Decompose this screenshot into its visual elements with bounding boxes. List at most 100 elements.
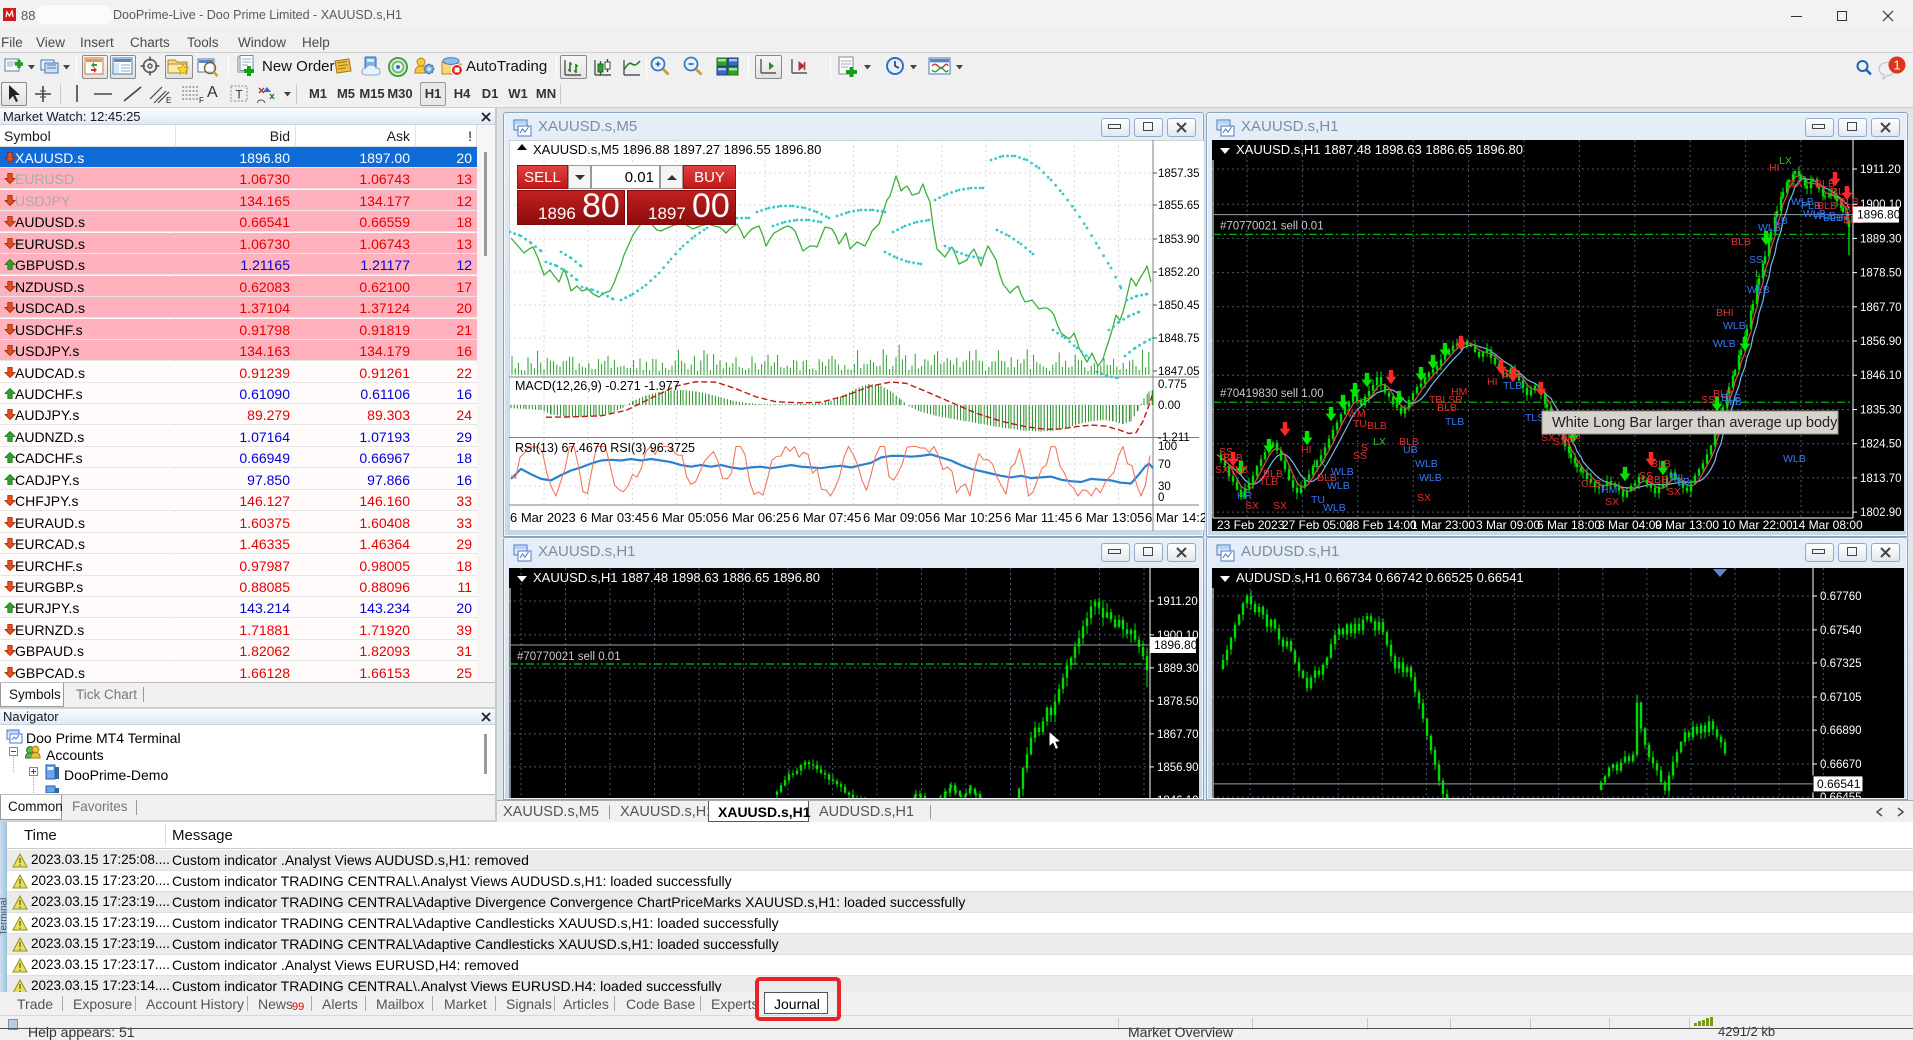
svg-text:0.67540: 0.67540: [1820, 625, 1862, 637]
svg-text:1911.20: 1911.20: [1157, 596, 1198, 608]
svg-text:BLB: BLB: [1651, 458, 1671, 470]
svg-text:BLB: BLB: [1731, 236, 1751, 248]
svg-text:1857.35: 1857.35: [1158, 168, 1200, 180]
svg-text:#70419830 sell 1.00: #70419830 sell 1.00: [1220, 388, 1324, 400]
svg-text:9 Mar 13:00: 9 Mar 13:00: [1655, 518, 1719, 531]
svg-text:14 Mar 08:00: 14 Mar 08:00: [1792, 518, 1863, 531]
svg-text:HI: HI: [1301, 444, 1312, 456]
svg-text:HM: HM: [1451, 386, 1467, 398]
svg-text:HI: HI: [1487, 376, 1498, 388]
svg-text:XAUUSD.s,H1 1887.48 1898.63 1: XAUUSD.s,H1 1887.48 1898.63 1886.65 1896…: [1236, 142, 1523, 157]
svg-text:T: T: [235, 88, 243, 102]
svg-text:1802.90: 1802.90: [1860, 507, 1902, 519]
svg-text:1896.80: 1896.80: [1154, 638, 1198, 652]
svg-text:1911.20: 1911.20: [1860, 164, 1901, 176]
svg-text:70: 70: [1158, 459, 1171, 471]
svg-text:10 Mar 22:00: 10 Mar 22:00: [1722, 518, 1793, 531]
svg-text:0.00: 0.00: [1158, 400, 1180, 412]
svg-text:SXTLB: SXTLB: [1215, 464, 1248, 476]
svg-text:6 Mar 2023: 6 Mar 2023: [510, 510, 576, 525]
svg-text:1848.75: 1848.75: [1158, 333, 1200, 345]
svg-text:WLB: WLB: [1419, 472, 1442, 484]
svg-text:RSI(13) 67.4670 RSI(3) 96.372: RSI(13) 67.4670 RSI(3) 96.3725: [515, 441, 695, 455]
svg-text:0: 0: [1158, 492, 1164, 504]
svg-text:1878.50: 1878.50: [1157, 696, 1199, 708]
svg-text:WLB: WLB: [1415, 458, 1438, 470]
svg-text:1856.90: 1856.90: [1860, 336, 1902, 348]
svg-text:0.66890: 0.66890: [1820, 725, 1862, 737]
svg-text:100: 100: [1158, 441, 1177, 453]
svg-text:SX: SX: [1273, 500, 1287, 512]
svg-text:WM: WM: [1347, 408, 1366, 420]
svg-text:6 Mar 07:45: 6 Mar 07:45: [792, 510, 861, 525]
svg-text:SX: SX: [1605, 496, 1619, 508]
svg-text:SX: SX: [1667, 486, 1681, 498]
svg-text:#70770021 sell 0.01: #70770021 sell 0.01: [1220, 220, 1324, 232]
svg-text:1889.30: 1889.30: [1860, 233, 1902, 245]
svg-text:BLB: BLB: [1263, 468, 1283, 480]
svg-text:0.67760: 0.67760: [1820, 591, 1862, 603]
svg-text:8 Mar 04:00: 8 Mar 04:00: [1598, 518, 1662, 531]
svg-text:LX: LX: [1373, 436, 1386, 448]
svg-text:6 Mar 10:25: 6 Mar 10:25: [933, 510, 1002, 525]
svg-text:WLB: WLB: [1713, 338, 1736, 350]
svg-text:TLB: TLB: [1503, 380, 1522, 392]
svg-text:E: E: [166, 96, 171, 105]
svg-text:1847.05: 1847.05: [1158, 366, 1200, 378]
svg-text:SX: SX: [1417, 492, 1431, 504]
svg-text:BHI: BHI: [1716, 307, 1734, 319]
svg-text:1824.50: 1824.50: [1860, 439, 1902, 451]
svg-text:BLB: BLB: [1223, 452, 1243, 464]
svg-text:6 Mar 14:25: 6 Mar 14:25: [1145, 510, 1205, 525]
svg-text:MACD(12,26,9) -0.271 -1.977: MACD(12,26,9) -0.271 -1.977: [515, 379, 680, 393]
svg-text:LX: LX: [1313, 458, 1326, 470]
svg-text:BLB: BLB: [1367, 420, 1387, 432]
svg-text:6 Mar 11:45: 6 Mar 11:45: [1004, 510, 1072, 525]
svg-text:28 Feb 14:00: 28 Feb 14:00: [1346, 518, 1417, 531]
svg-text:HI: HI: [1769, 162, 1780, 174]
svg-text:0.67105: 0.67105: [1820, 692, 1862, 704]
svg-text:1867.70: 1867.70: [1860, 302, 1902, 314]
svg-text:6 Mar 05:05: 6 Mar 05:05: [651, 510, 720, 525]
svg-text:XAUUSD.s,H1 1887.48 1898.63 1: XAUUSD.s,H1 1887.48 1898.63 1886.65 1896…: [533, 570, 820, 585]
svg-text:1835.30: 1835.30: [1860, 405, 1902, 417]
svg-text:1850.45: 1850.45: [1158, 300, 1200, 312]
svg-text:1856.90: 1856.90: [1157, 762, 1199, 774]
svg-text:0.66455: 0.66455: [1820, 792, 1862, 798]
svg-text:27 Feb 05:00: 27 Feb 05:00: [1282, 518, 1353, 531]
svg-text:#70770021 sell 0.01: #70770021 sell 0.01: [517, 651, 621, 663]
svg-text:1853.90: 1853.90: [1158, 234, 1200, 246]
svg-text:XAUUSD.s,M5 1896.88 1897.27 1: XAUUSD.s,M5 1896.88 1897.27 1896.55 1896…: [533, 142, 821, 157]
svg-text:BLB: BLB: [1501, 368, 1521, 380]
svg-text:6 Mar 03:45: 6 Mar 03:45: [580, 510, 649, 525]
svg-text:LX: LX: [1779, 155, 1792, 167]
svg-text:AUDUSD.s,H1 0.66734 0.66742 0: AUDUSD.s,H1 0.66734 0.66742 0.66525 0.66…: [1236, 570, 1524, 585]
svg-text:1846.10: 1846.10: [1860, 370, 1902, 382]
svg-text:SX: SX: [1789, 178, 1803, 190]
svg-text:1813.70: 1813.70: [1860, 473, 1902, 485]
svg-text:1878.50: 1878.50: [1860, 268, 1902, 280]
svg-text:1846.10: 1846.10: [1157, 795, 1199, 798]
svg-text:3 Mar 09:00: 3 Mar 09:00: [1476, 518, 1540, 531]
svg-text:WLB: WLB: [1327, 480, 1350, 492]
svg-text:0.67325: 0.67325: [1820, 658, 1862, 670]
svg-text:White Long Bar larger than ave: White Long Bar larger than average up bo…: [1552, 415, 1838, 431]
svg-text:0.66670: 0.66670: [1820, 759, 1862, 771]
svg-text:UB: UB: [1403, 444, 1418, 456]
svg-text:1852.20: 1852.20: [1158, 267, 1200, 279]
svg-text:TLS: TLS: [1525, 412, 1544, 424]
svg-text:6 Mar 18:00: 6 Mar 18:00: [1537, 518, 1601, 531]
svg-text:F: F: [199, 96, 204, 105]
svg-text:SS: SS: [1749, 254, 1763, 266]
svg-text:BBB: BBB: [1647, 474, 1668, 486]
svg-text:SS: SS: [1353, 450, 1367, 462]
svg-text:23 Feb 2023: 23 Feb 2023: [1217, 518, 1285, 531]
svg-text:LB: LB: [1775, 215, 1788, 227]
svg-text:HM: HM: [1601, 484, 1617, 496]
svg-text:6 Mar 09:05: 6 Mar 09:05: [863, 510, 932, 525]
svg-text:1896.80: 1896.80: [1857, 208, 1901, 222]
svg-text:WLB: WLB: [1723, 320, 1746, 332]
svg-text:LX: LX: [1755, 268, 1768, 280]
svg-text:WLB: WLB: [1747, 284, 1770, 296]
svg-text:WLB: WLB: [1791, 196, 1814, 208]
